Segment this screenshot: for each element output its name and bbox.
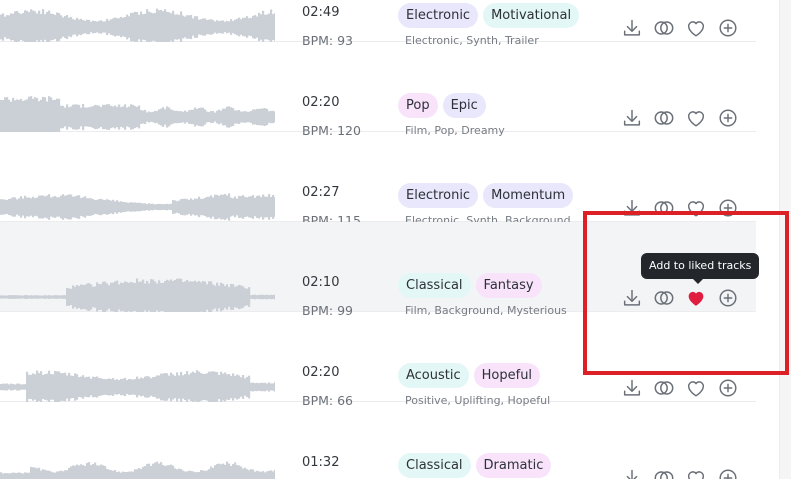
- waveform-graphic: [0, 461, 275, 479]
- download-icon[interactable]: [621, 287, 643, 309]
- heart-filled-icon[interactable]: [685, 287, 707, 309]
- genre-chips: Electronic Momentum: [398, 183, 574, 208]
- track-list-page: 02:49 BPM: 93 Electronic Motivational Ele…: [0, 0, 791, 479]
- download-icon[interactable]: [621, 197, 643, 219]
- track-row[interactable]: 02:20 BPM: 66 Acoustic Hopeful Positive, …: [0, 312, 756, 408]
- track-waveform[interactable]: [0, 222, 275, 312]
- heart-icon[interactable]: [685, 17, 707, 39]
- track-waveform[interactable]: [0, 0, 275, 42]
- genre-chip[interactable]: Dramatic: [475, 453, 552, 478]
- track-row[interactable]: 02:27 BPM: 115 Electronic Momentum Electr…: [0, 132, 756, 228]
- similar-tracks-icon[interactable]: [653, 17, 675, 39]
- genre-chip[interactable]: Electronic: [398, 183, 479, 208]
- add-to-playlist-icon[interactable]: [717, 107, 739, 129]
- genre-chip[interactable]: Classical: [398, 453, 471, 478]
- genre-chip[interactable]: Momentum: [483, 183, 574, 208]
- waveform-graphic: [0, 370, 275, 402]
- track-waveform[interactable]: [0, 42, 275, 132]
- track-duration: 02:20: [302, 365, 340, 380]
- download-icon[interactable]: [621, 467, 643, 479]
- add-to-playlist-icon[interactable]: [717, 467, 739, 479]
- similar-tracks-icon[interactable]: [653, 287, 675, 309]
- genre-chip[interactable]: Classical: [398, 273, 471, 298]
- waveform-graphic: [0, 278, 275, 312]
- add-to-playlist-icon[interactable]: [717, 377, 739, 399]
- similar-tracks-icon[interactable]: [653, 107, 675, 129]
- genre-chips: Electronic Motivational: [398, 3, 580, 28]
- waveform-graphic: [0, 96, 275, 132]
- track-actions: [621, 377, 739, 399]
- track-duration: 02:49: [302, 5, 340, 20]
- download-icon[interactable]: [621, 107, 643, 129]
- track-duration: 02:10: [302, 275, 340, 290]
- add-to-liked-tooltip: Add to liked tracks: [641, 253, 760, 284]
- track-waveform[interactable]: [0, 402, 275, 479]
- add-to-playlist-icon[interactable]: [717, 287, 739, 309]
- waveform-graphic: [0, 8, 275, 42]
- scrollbar[interactable]: [779, 0, 791, 479]
- genre-chip[interactable]: Motivational: [483, 3, 580, 28]
- heart-icon[interactable]: [685, 377, 707, 399]
- heart-icon[interactable]: [685, 467, 707, 479]
- heart-icon[interactable]: [685, 197, 707, 219]
- track-duration: 01:32: [302, 455, 340, 470]
- waveform-graphic: [0, 193, 275, 221]
- genre-chips: Classical Dramatic: [398, 453, 552, 478]
- genre-chips: Acoustic Hopeful: [398, 363, 541, 388]
- track-waveform[interactable]: [0, 132, 275, 222]
- genre-chips: Pop Epic: [398, 93, 486, 118]
- genre-chip[interactable]: Epic: [442, 93, 486, 118]
- track-duration: 02:20: [302, 95, 340, 110]
- genre-chip[interactable]: Electronic: [398, 3, 479, 28]
- add-to-playlist-icon[interactable]: [717, 197, 739, 219]
- track-actions: [621, 197, 739, 219]
- track-row[interactable]: 02:49 BPM: 93 Electronic Motivational Ele…: [0, 0, 756, 48]
- track-duration: 02:27: [302, 185, 340, 200]
- track-actions: [621, 467, 739, 479]
- track-actions: [621, 17, 739, 39]
- similar-tracks-icon[interactable]: [653, 377, 675, 399]
- similar-tracks-icon[interactable]: [653, 467, 675, 479]
- track-row[interactable]: 01:32 BPM: 84 ClassicalDramatic: [0, 402, 756, 479]
- genre-chip[interactable]: Acoustic: [398, 363, 469, 388]
- genre-chip[interactable]: Pop: [398, 93, 438, 118]
- track-actions: [621, 107, 739, 129]
- track-actions: [621, 287, 739, 309]
- track-waveform[interactable]: [0, 312, 275, 402]
- heart-icon[interactable]: [685, 107, 707, 129]
- genre-chip[interactable]: Hopeful: [473, 363, 541, 388]
- genre-chips: Classical Fantasy: [398, 273, 542, 298]
- add-to-playlist-icon[interactable]: [717, 17, 739, 39]
- track-list: 02:49 BPM: 93 Electronic Motivational Ele…: [0, 0, 756, 479]
- genre-chip[interactable]: Fantasy: [475, 273, 542, 298]
- download-icon[interactable]: [621, 17, 643, 39]
- track-row[interactable]: 02:20 BPM: 120 Pop Epic Film, Pop, Dreamy: [0, 42, 756, 138]
- download-icon[interactable]: [621, 377, 643, 399]
- similar-tracks-icon[interactable]: [653, 197, 675, 219]
